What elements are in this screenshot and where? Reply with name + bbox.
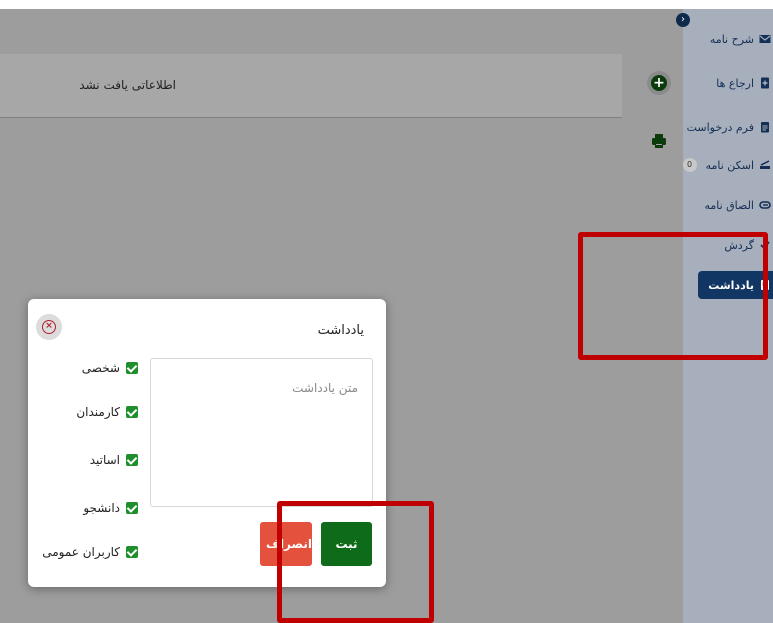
checkbox-label: اساتید	[89, 453, 120, 467]
plus-circle-icon: +	[651, 75, 667, 91]
sidebar-item-label: اسکن نامه	[705, 158, 754, 172]
checkbox-checked-icon[interactable]	[126, 406, 138, 418]
envelope-icon	[759, 35, 771, 43]
checkbox-checked-icon[interactable]	[126, 546, 138, 558]
checkbox-label: کارمندان	[76, 405, 120, 419]
modal-title: یادداشت	[317, 323, 364, 338]
checkbox-personal[interactable]: شخصی	[82, 361, 138, 375]
note-textarea[interactable]: متن یادداشت	[150, 358, 373, 507]
checkbox-checked-icon[interactable]	[126, 362, 138, 374]
highlight-box-sidebar	[578, 232, 768, 360]
checkbox-label: کاربران عمومی	[42, 545, 120, 559]
sidebar-item-label: الصاق نامه	[704, 198, 754, 212]
sidebar-item-label: شرح نامه	[709, 32, 754, 46]
checkbox-checked-icon[interactable]	[126, 502, 138, 514]
checkbox-label: شخصی	[81, 361, 120, 375]
checkbox-students[interactable]: دانشجو	[83, 501, 138, 515]
paperclip-icon	[759, 201, 771, 209]
results-panel: اطلاعاتی یافت نشد	[0, 54, 622, 118]
chevron-right-icon: ›	[681, 14, 685, 25]
sidebar-item-letter-description[interactable]: شرح نامه	[710, 29, 773, 49]
sidebar-item-attach-letter[interactable]: الصاق نامه	[704, 195, 773, 215]
sidebar-item-scan-letter[interactable]: اسکن نامه 0	[682, 155, 773, 175]
checkbox-label: دانشجو	[83, 501, 120, 515]
add-button[interactable]: +	[647, 71, 671, 95]
note-placeholder: متن یادداشت	[292, 381, 358, 395]
empty-message: اطلاعاتی یافت نشد	[79, 78, 176, 92]
checkbox-employees[interactable]: کارمندان	[76, 405, 138, 419]
close-circle-icon: ×	[42, 320, 56, 334]
highlight-box-submit	[277, 501, 434, 623]
sidebar-item-label: ارجاع ها	[716, 76, 754, 90]
sidebar-collapse-button[interactable]: ›	[676, 13, 690, 27]
scanner-icon	[760, 160, 770, 169]
sidebar-item-request-form[interactable]: فرم درخواست	[687, 117, 773, 137]
file-plus-icon	[761, 77, 769, 89]
printer-icon[interactable]	[651, 133, 667, 149]
sidebar-item-label: فرم درخواست	[686, 120, 754, 134]
sidebar-item-referrals[interactable]: ارجاع ها	[716, 73, 773, 93]
checkbox-checked-icon[interactable]	[126, 454, 138, 466]
checkbox-public-users[interactable]: کاربران عمومی	[42, 545, 138, 559]
top-strip	[0, 0, 773, 9]
clipboard-icon	[761, 122, 769, 133]
close-button[interactable]: ×	[36, 314, 62, 340]
scan-count-badge: 0	[682, 158, 697, 172]
checkbox-professors[interactable]: اساتید	[90, 453, 138, 467]
